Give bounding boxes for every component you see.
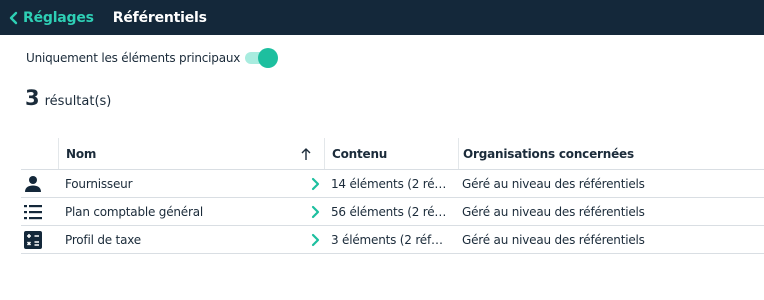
icon-column-header [21,138,58,169]
row-nom: Fournisseur [65,176,133,191]
chevron-right-icon[interactable] [310,177,320,191]
column-header-contenu[interactable]: Contenu [324,138,458,169]
chevron-right-icon[interactable] [310,233,320,247]
main-items-filter: Uniquement les éléments principaux [26,47,279,69]
column-header-nom[interactable]: Nom [58,138,324,169]
chevron-left-icon [9,11,18,24]
page-title: Référentiels [112,9,207,26]
column-header-organisations-label: Organisations concernées [463,146,634,161]
row-contenu: 56 éléments (2 référentiels) [331,204,448,219]
row-contenu: 14 éléments (2 référentiels) [331,176,448,191]
table-row[interactable]: Profil de taxe 3 éléments (2 référentiel… [21,226,764,254]
row-contenu-cell: 3 éléments (2 référentiels) [324,226,461,253]
row-organisations-cell: Géré au niveau des référentiels [461,170,764,197]
referentials-table: Nom Contenu Organisations concernées Fou… [21,138,764,254]
results-count: 3 [25,86,40,110]
row-nom-cell: Profil de taxe [58,226,324,253]
row-nom: Plan comptable général [65,204,204,219]
row-icon-cell [21,198,58,225]
row-organisations: Géré au niveau des référentiels [462,204,645,219]
chevron-right-icon[interactable] [310,205,320,219]
filter-label: Uniquement les éléments principaux [26,51,241,65]
row-nom-cell: Plan comptable général [58,198,324,225]
table-header: Nom Contenu Organisations concernées [21,138,764,170]
back-button[interactable]: Réglages [9,10,94,26]
column-header-nom-label: Nom [66,146,97,161]
top-bar: Réglages Référentiels [0,0,764,35]
row-organisations-cell: Géré au niveau des référentiels [461,226,764,253]
results-label: résultat(s) [44,94,112,109]
row-contenu: 3 éléments (2 référentiels) [331,232,448,247]
sort-ascending-icon[interactable] [300,147,312,161]
row-icon-cell [21,226,58,253]
row-organisations: Géré au niveau des référentiels [462,176,645,191]
main-items-toggle[interactable] [242,47,279,69]
calculator-icon [24,230,42,249]
person-icon [25,175,41,192]
table-row[interactable]: Fournisseur 14 éléments (2 référentiels)… [21,170,764,198]
column-header-organisations[interactable]: Organisations concernées [458,138,764,169]
toggle-knob [258,48,279,68]
row-contenu-cell: 14 éléments (2 référentiels) [324,170,461,197]
back-label[interactable]: Réglages [23,10,94,26]
table-row[interactable]: Plan comptable général 56 éléments (2 ré… [21,198,764,226]
row-contenu-cell: 56 éléments (2 référentiels) [324,198,461,225]
results-summary: 3 résultat(s) [25,86,111,110]
row-icon-cell [21,170,58,197]
column-header-contenu-label: Contenu [332,146,388,161]
row-nom-cell: Fournisseur [58,170,324,197]
row-organisations: Géré au niveau des référentiels [462,232,645,247]
row-nom: Profil de taxe [65,232,141,247]
row-organisations-cell: Géré au niveau des référentiels [461,198,764,225]
list-icon [24,204,42,219]
